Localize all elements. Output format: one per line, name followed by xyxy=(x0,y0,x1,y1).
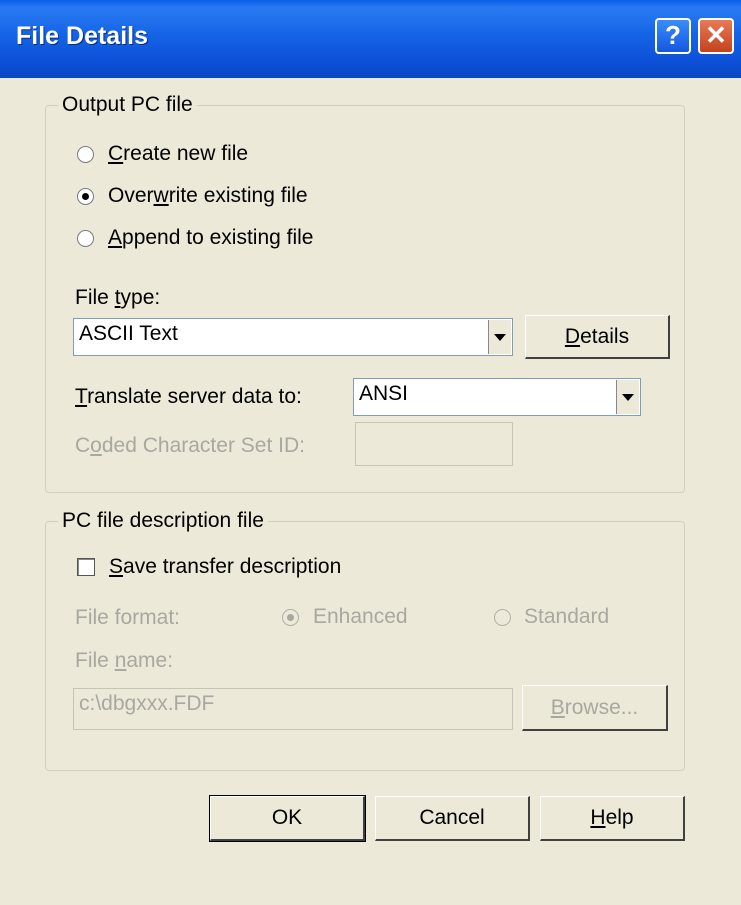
description-group-legend: PC file description file xyxy=(62,509,264,532)
translate-value: ANSI xyxy=(359,382,409,405)
file-name-label: File name: xyxy=(75,649,174,672)
file-type-label: File type: xyxy=(75,286,161,309)
browse-button: Browse... xyxy=(522,685,668,731)
dialog-client: Output PC file Create new file Overwrite… xyxy=(0,78,741,905)
overwrite-existing-file-label[interactable]: Overwrite existing file xyxy=(108,184,308,208)
file-name-value: c:\dbgxxx.FDF xyxy=(79,692,215,715)
ccsid-input xyxy=(355,422,513,466)
window-title: File Details xyxy=(16,22,148,50)
translate-dropdown[interactable]: ANSI xyxy=(353,378,641,416)
chevron-down-icon xyxy=(622,393,634,401)
save-transfer-description-label[interactable]: Save transfer description xyxy=(109,555,341,579)
file-name-input: c:\dbgxxx.FDF xyxy=(73,688,513,730)
pc-file-description-group: PC file description file xyxy=(45,509,685,771)
dropdown-arrow-button[interactable] xyxy=(488,320,511,354)
cancel-button[interactable]: Cancel xyxy=(375,796,530,841)
close-icon: ✕ xyxy=(705,20,727,50)
radio-indicator[interactable] xyxy=(77,188,94,205)
radio-indicator xyxy=(282,609,299,626)
file-type-dropdown[interactable]: ASCII Text xyxy=(73,318,513,356)
help-button[interactable]: Help xyxy=(540,796,685,841)
close-button[interactable]: ✕ xyxy=(698,18,734,54)
ok-button[interactable]: OK xyxy=(209,795,366,842)
standard-label: Standard xyxy=(524,605,610,628)
radio-indicator[interactable] xyxy=(77,146,94,163)
create-new-file-label[interactable]: Create new file xyxy=(108,142,248,166)
checkbox-indicator[interactable] xyxy=(77,558,95,576)
append-to-existing-file-label[interactable]: Append to existing file xyxy=(108,226,313,250)
radio-indicator xyxy=(494,609,511,626)
details-button[interactable]: Details xyxy=(525,315,670,359)
file-format-label: File format: xyxy=(75,606,181,629)
enhanced-label: Enhanced xyxy=(313,605,408,628)
ccsid-label: Coded Character Set ID: xyxy=(75,434,305,457)
output-group-legend: Output PC file xyxy=(62,93,193,116)
translate-label: Translate server data to: xyxy=(75,385,302,408)
chevron-down-icon xyxy=(494,333,506,341)
dropdown-arrow-button[interactable] xyxy=(616,380,639,414)
title-bar: File Details ? ✕ xyxy=(0,0,741,78)
radio-indicator[interactable] xyxy=(77,230,94,247)
file-type-value: ASCII Text xyxy=(79,322,178,345)
question-icon: ? xyxy=(665,20,681,50)
help-title-button[interactable]: ? xyxy=(655,18,691,54)
